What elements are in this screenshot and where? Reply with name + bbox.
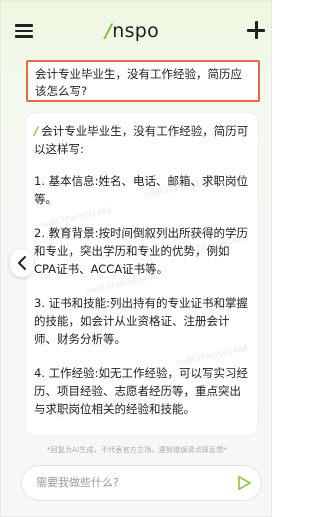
ai-disclaimer: *回复为AI生成，不代表官方立场，遇到错误请点踩反馈* [46, 446, 228, 454]
input-placeholder: 需要我做些什么? [36, 476, 119, 489]
answer-item: 4. 工作经验:如无工作经验，可以写实习经历、项目经验、志愿者经历等，重点突出与… [34, 366, 249, 416]
logo-text: nspo [112, 20, 160, 42]
answer-item: 3. 证书和技能:列出持有的专业证书和掌握的技能，如会计从业资格证、注册会计师、… [34, 296, 249, 346]
answer-item: 2. 教育背景:按时间倒叙列出所获得的学历和专业，突出学历和专业的优势，例如CP… [34, 226, 249, 276]
app-logo: /nspo [105, 20, 169, 42]
answer-text: / 会计专业毕业生，没有工作经验，简历可以这样写: 1. 基本信息:姓名、电话、邮… [34, 122, 249, 418]
answer-card: sw8t37ym59148A sw8t37ym59148A sw8t37ym59… [26, 113, 258, 435]
message-input[interactable]: 需要我做些什么? [22, 466, 261, 500]
app-screen: /nspo 会计专业毕业生，没有工作经验，简历应该怎么写? sw8t37ym59… [0, 0, 272, 517]
plus-icon[interactable] [247, 21, 265, 39]
user-question: 会计专业毕业生，没有工作经验，简历应该怎么写? [26, 60, 260, 102]
answer-item: 1. 基本信息:姓名、电话、邮箱、求职岗位等。 [34, 174, 249, 206]
answer-intro: / 会计专业毕业生，没有工作经验，简历可以这样写: [34, 122, 249, 158]
answer-mark-icon: / [34, 124, 39, 138]
menu-icon[interactable] [15, 24, 33, 38]
header: /nspo [1, 1, 271, 59]
chevron-left-icon [18, 256, 26, 270]
question-text: 会计专业毕业生，没有工作经验，简历应该怎么写? [35, 67, 242, 98]
answer-intro-text: 会计专业毕业生，没有工作经验，简历可以这样写: [34, 124, 249, 156]
send-icon[interactable] [236, 475, 252, 491]
previous-button[interactable] [10, 249, 34, 277]
